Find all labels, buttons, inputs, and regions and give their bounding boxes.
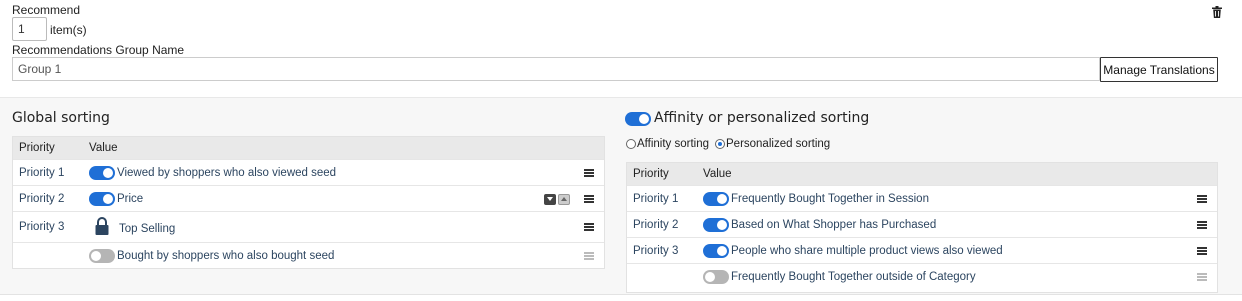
table-header: Priority Value: [627, 163, 1217, 185]
drag-handle-icon[interactable]: [1197, 221, 1207, 229]
drag-handle-icon[interactable]: [1197, 273, 1207, 281]
affinity-sorting-title: Affinity or personalized sorting: [654, 110, 870, 126]
column-header-priority: Priority: [19, 142, 55, 154]
priority-label: Priority 1: [633, 193, 679, 205]
table-row: Priority 3 People who share multiple pro…: [627, 237, 1217, 263]
toggle-switch[interactable]: [89, 166, 115, 180]
toggle-switch[interactable]: [89, 249, 115, 263]
column-header-value: Value: [89, 142, 118, 154]
recommend-label: Recommend: [12, 3, 81, 17]
priority-label: Priority 3: [633, 245, 679, 257]
value-label: Frequently Bought Together outside of Ca…: [731, 271, 976, 283]
value-label: Bought by shoppers who also bought seed: [117, 250, 335, 262]
drag-handle-icon[interactable]: [584, 195, 594, 203]
manage-translations-button[interactable]: Manage Translations: [1100, 57, 1218, 82]
value-label: Viewed by shoppers who also viewed seed: [117, 167, 337, 179]
table-row: Priority 1 Viewed by shoppers who also v…: [13, 159, 604, 185]
affinity-sorting-table: Priority Value Priority 1 Frequently Bou…: [626, 162, 1218, 293]
table-row: Priority 2 Based on What Shopper has Pur…: [627, 211, 1217, 237]
value-label: Based on What Shopper has Purchased: [731, 219, 937, 231]
drag-handle-icon[interactable]: [584, 223, 594, 231]
lock-icon: [95, 217, 109, 235]
table-row: Priority 3 Top Selling: [13, 211, 604, 242]
drag-handle-icon[interactable]: [1197, 247, 1207, 255]
column-header-priority: Priority: [633, 168, 669, 180]
table-row: Bought by shoppers who also bought seed: [13, 242, 604, 268]
priority-label: Priority 3: [19, 221, 65, 233]
priority-label: Priority 2: [19, 193, 65, 205]
quantity-input[interactable]: [12, 17, 47, 41]
personalized-sorting-radio[interactable]: [715, 139, 725, 149]
value-label: Top Selling: [119, 223, 176, 235]
table-row: Frequently Bought Together outside of Ca…: [627, 263, 1217, 289]
value-label: People who share multiple product views …: [731, 245, 1003, 257]
group-name-label: Recommendations Group Name: [12, 43, 185, 57]
toggle-switch[interactable]: [703, 218, 729, 232]
recommendation-settings: Recommend item(s) Recommendations Group …: [0, 0, 1242, 97]
group-name-input[interactable]: [12, 57, 1100, 81]
value-label: Frequently Bought Together in Session: [731, 193, 929, 205]
global-sorting-title: Global sorting: [12, 110, 110, 126]
table-row: Priority 2 Price: [13, 185, 604, 211]
toggle-switch[interactable]: [703, 192, 729, 206]
personalized-sorting-label: Personalized sorting: [726, 138, 831, 150]
column-header-value: Value: [703, 168, 732, 180]
priority-label: Priority 2: [633, 219, 679, 231]
items-suffix: item(s): [50, 23, 87, 37]
sort-ascending-icon[interactable]: [558, 194, 570, 205]
trash-icon[interactable]: [1212, 6, 1222, 18]
sorting-panel: Global sorting Priority Value Priority 1…: [0, 97, 1242, 295]
toggle-switch[interactable]: [703, 244, 729, 258]
drag-handle-icon[interactable]: [584, 252, 594, 260]
priority-label: Priority 1: [19, 167, 65, 179]
affinity-sorting-toggle[interactable]: [625, 112, 651, 126]
affinity-sorting-radio[interactable]: [626, 139, 636, 149]
toggle-switch[interactable]: [703, 270, 729, 284]
section-divider: [0, 294, 1242, 301]
toggle-switch[interactable]: [89, 192, 115, 206]
table-header: Priority Value: [13, 137, 604, 159]
table-row: Priority 1 Frequently Bought Together in…: [627, 185, 1217, 211]
affinity-sorting-label: Affinity sorting: [637, 138, 710, 150]
value-label: Price: [117, 193, 144, 205]
drag-handle-icon[interactable]: [1197, 195, 1207, 203]
sort-descending-icon[interactable]: [544, 194, 556, 205]
global-sorting-table: Priority Value Priority 1 Viewed by shop…: [12, 136, 605, 269]
drag-handle-icon[interactable]: [584, 169, 594, 177]
sort-direction-buttons: [544, 194, 572, 208]
